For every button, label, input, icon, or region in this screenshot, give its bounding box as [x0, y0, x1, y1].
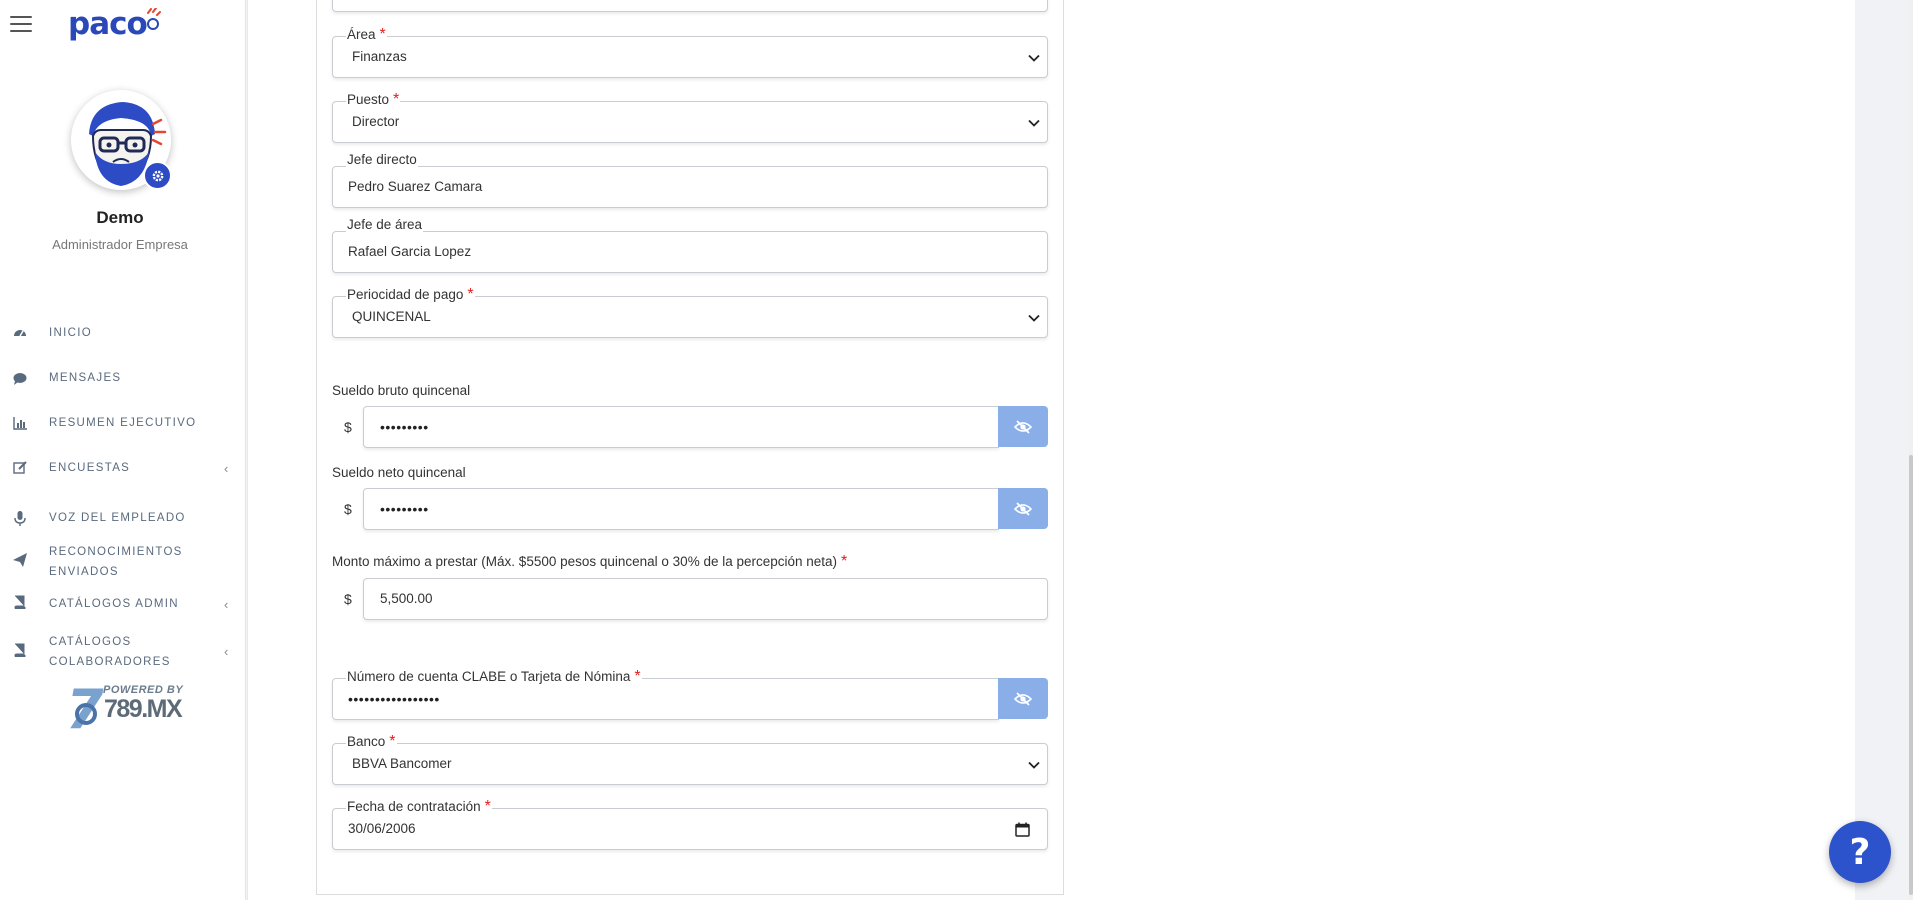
scrollbar-thumb[interactable] [1909, 455, 1913, 895]
jefe-area-input[interactable]: Rafael Garcia Lopez [332, 231, 1048, 273]
eye-slash-icon [1014, 691, 1032, 706]
jefe-directo-label: Jefe directo [346, 152, 418, 168]
sueldo-neto-input[interactable]: ••••••••• [363, 488, 999, 530]
right-gutter [1855, 0, 1913, 900]
hamburger-menu-icon[interactable] [10, 16, 32, 32]
dashboard-icon [12, 325, 28, 341]
puesto-select[interactable]: Director [332, 101, 1048, 143]
chevron-down-icon [1028, 761, 1040, 769]
chevron-down-icon [1028, 54, 1040, 62]
sueldo-bruto-input[interactable]: ••••••••• [363, 406, 999, 448]
logo-mark-icon [147, 8, 161, 30]
powered-by-brand: 789.MX [104, 695, 183, 723]
required-asterisk: * [634, 668, 641, 685]
currency-symbol: $ [344, 419, 352, 435]
required-asterisk: * [393, 91, 400, 108]
sidebar-item-label: RECONOCIMIENTOS [49, 546, 183, 558]
book-icon [12, 642, 28, 658]
toggle-visibility-button[interactable] [998, 406, 1048, 447]
fecha-contratacion-label: Fecha de contratación * [346, 798, 492, 815]
clabe-value: ••••••••••••••••• [348, 691, 440, 707]
required-asterisk: * [467, 286, 474, 303]
user-role: Administrador Empresa [52, 237, 188, 252]
puesto-value: Director [352, 114, 400, 129]
periodicidad-value: QUINCENAL [352, 309, 431, 324]
jefe-area-value: Rafael Garcia Lopez [348, 244, 472, 259]
required-asterisk: * [484, 798, 491, 815]
banco-select[interactable]: BBVA Bancomer [332, 743, 1048, 785]
sidebar-item-reconocimientos-enviados[interactable]: RECONOCIMIENTOS ENVIADOS [0, 534, 246, 584]
book-icon [12, 594, 28, 610]
edit-icon [12, 460, 28, 476]
microphone-icon [12, 510, 28, 526]
sidebar-item-label: RESUMEN EJECUTIVO [49, 417, 197, 429]
sidebar: paco Demo Administrador Empresa INICIO M… [0, 0, 246, 900]
toggle-visibility-button[interactable] [998, 678, 1048, 719]
required-asterisk: * [389, 733, 396, 750]
chevron-left-icon: ‹ [224, 461, 229, 476]
sidebar-item-label-line2: COLABORADORES [49, 656, 171, 668]
sidebar-item-catalogos-colaboradores[interactable]: CATÁLOGOS COLABORADORES ‹ [0, 624, 246, 674]
previous-field[interactable] [332, 0, 1048, 12]
chevron-left-icon: ‹ [224, 644, 229, 659]
paco-logo[interactable]: paco [68, 6, 148, 42]
sidebar-item-label: ENCUESTAS [49, 462, 131, 474]
settings-gear-icon[interactable] [143, 161, 172, 190]
banco-label: Banco * [346, 733, 397, 750]
sueldo-bruto-label: Sueldo bruto quincenal [332, 383, 471, 398]
monto-maximo-input[interactable]: 5,500.00 [363, 578, 1048, 620]
chevron-down-icon [1028, 119, 1040, 127]
jefe-directo-value: Pedro Suarez Camara [348, 179, 483, 194]
sidebar-item-mensajes[interactable]: MENSAJES [0, 360, 246, 400]
sidebar-item-label: VOZ DEL EMPLEADO [49, 512, 186, 524]
toggle-visibility-button[interactable] [998, 488, 1048, 529]
monto-maximo-label: Monto máximo a prestar (Máx. $5500 pesos… [332, 553, 848, 570]
chevron-left-icon: ‹ [224, 597, 229, 612]
user-name: Demo [96, 208, 144, 227]
sidebar-item-label: INICIO [49, 327, 92, 339]
periodicidad-label: Periocidad de pago * [346, 286, 475, 303]
monto-maximo-value: 5,500.00 [380, 591, 433, 606]
sidebar-item-resumen-ejecutivo[interactable]: RESUMEN EJECUTIVO [0, 405, 246, 445]
chevron-down-icon [1028, 314, 1040, 322]
sueldo-neto-value: ••••••••• [380, 501, 429, 517]
paper-plane-icon [12, 552, 28, 568]
question-mark-icon: ? [1849, 831, 1871, 873]
sueldo-bruto-value: ••••••••• [380, 419, 429, 435]
jefe-area-label: Jefe de área [346, 217, 424, 233]
area-select[interactable]: Finanzas [332, 36, 1048, 78]
sidebar-item-catalogos-admin[interactable]: CATÁLOGOS ADMIN ‹ [0, 586, 246, 626]
sueldo-neto-label: Sueldo neto quincenal [332, 465, 466, 480]
eye-slash-icon [1014, 419, 1032, 434]
calendar-icon[interactable] [1015, 822, 1030, 837]
sidebar-item-encuestas[interactable]: ENCUESTAS ‹ [0, 450, 246, 490]
sidebar-item-inicio[interactable]: INICIO [0, 315, 246, 355]
sidebar-item-label: CATÁLOGOS [49, 636, 132, 648]
currency-symbol: $ [344, 591, 352, 607]
area-label: Área * [346, 26, 387, 43]
sidebar-item-label: CATÁLOGOS ADMIN [49, 598, 179, 610]
clabe-label: Número de cuenta CLABE o Tarjeta de Nómi… [346, 668, 642, 685]
fecha-contratacion-value: 30/06/2006 [348, 821, 416, 836]
required-asterisk: * [379, 26, 386, 43]
sidebar-item-label: MENSAJES [49, 372, 122, 384]
area-value: Finanzas [352, 49, 407, 64]
powered-by-logo: 7 POWERED BY 789.MX [64, 678, 183, 741]
banco-value: BBVA Bancomer [352, 756, 452, 771]
bar-chart-icon [12, 415, 28, 431]
chat-bubble-icon [12, 370, 28, 386]
puesto-label: Puesto * [346, 91, 401, 108]
help-button[interactable]: ? [1829, 821, 1891, 883]
required-asterisk: * [841, 553, 848, 570]
currency-symbol: $ [344, 501, 352, 517]
jefe-directo-input[interactable]: Pedro Suarez Camara [332, 166, 1048, 208]
sidebar-item-label-line2: ENVIADOS [49, 566, 119, 578]
eye-slash-icon [1014, 501, 1032, 516]
